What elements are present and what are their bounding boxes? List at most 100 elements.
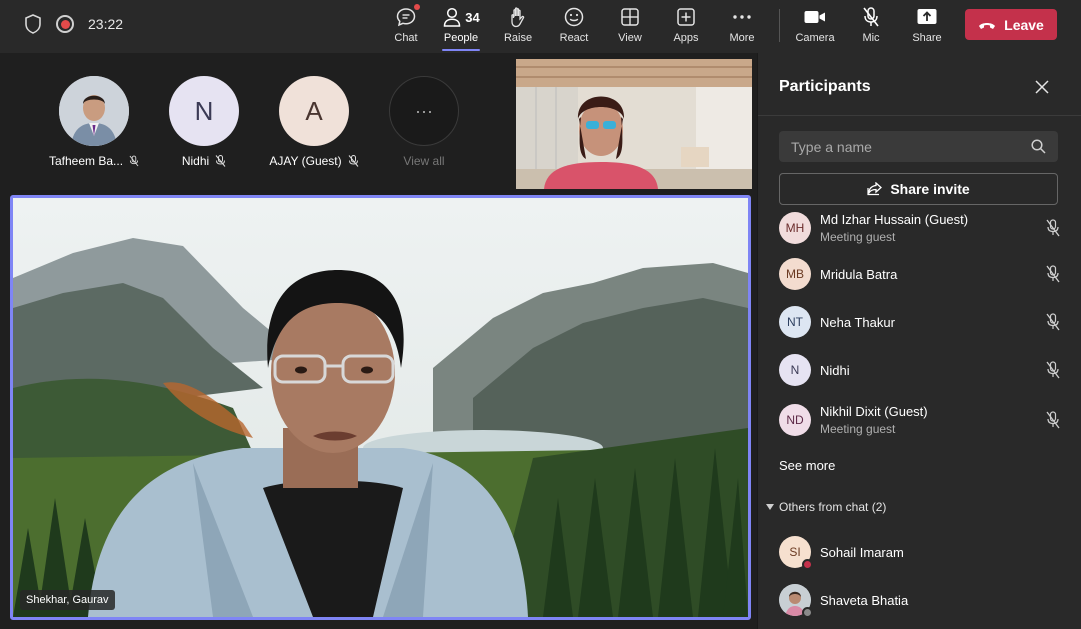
avatar-photo: [59, 76, 129, 146]
more-dots-icon: [732, 5, 752, 29]
thumbnail-name: Nidhi: [181, 154, 210, 168]
participant-thumbnail[interactable]: N Nidhi: [159, 76, 249, 168]
share-icon: [867, 182, 883, 196]
participant-name: Nidhi: [820, 362, 850, 378]
leave-button[interactable]: Leave: [965, 9, 1057, 40]
participant-name: Nikhil Dixit (Guest): [820, 404, 928, 419]
participant-row[interactable]: ND Nikhil Dixit (Guest) Meeting guest: [779, 400, 1069, 440]
speaker-name-tag: Shekhar, Gaurav: [20, 590, 115, 610]
camera-button[interactable]: Camera: [789, 5, 841, 49]
view-all-icon: ···: [389, 76, 459, 146]
participant-name: Neha Thakur: [820, 314, 895, 330]
chat-label: Chat: [394, 32, 418, 44]
participant-search: [779, 131, 1058, 162]
more-button[interactable]: More: [716, 5, 768, 49]
more-label: More: [729, 32, 755, 44]
participants-panel: Participants Share invite MH Md Izhar Hu…: [757, 53, 1081, 629]
search-input[interactable]: [791, 138, 1031, 155]
participant-role: Meeting guest: [820, 230, 896, 244]
avatar-initial: N: [194, 95, 214, 126]
participant-row[interactable]: MH Md Izhar Hussain (Guest) Meeting guest: [779, 208, 1069, 248]
participant-role: Meeting guest: [820, 422, 896, 436]
mic-off-icon: [348, 155, 359, 167]
avatar-initials: SI: [789, 545, 801, 559]
busy-status-icon: [802, 559, 813, 570]
avatar-initials: N: [790, 363, 800, 377]
others-header-label: Others from chat (2): [779, 500, 887, 514]
people-button[interactable]: 34 People: [436, 5, 486, 51]
smiley-icon: [563, 5, 585, 29]
mic-label: Mic: [862, 32, 880, 44]
main-speaker-video[interactable]: Shekhar, Gaurav: [10, 195, 751, 620]
avatar-initials: MB: [786, 267, 804, 281]
recording-icon: [56, 15, 74, 33]
avatar: N: [779, 354, 811, 386]
mic-off-icon[interactable]: [1045, 361, 1061, 379]
avatar-photo: [779, 584, 813, 618]
people-icon-wrap: 34: [442, 5, 480, 29]
apps-button[interactable]: Apps: [660, 5, 712, 49]
mic-button[interactable]: Mic: [845, 5, 897, 49]
mic-off-icon[interactable]: [1045, 411, 1061, 429]
avatar: N: [169, 76, 239, 146]
participant-thumbnail[interactable]: Tafheem Ba...: [49, 76, 139, 168]
people-label: People: [443, 32, 479, 44]
self-video-tile[interactable]: [516, 59, 752, 189]
chat-button[interactable]: Chat: [380, 4, 432, 49]
thumbnail-name: Tafheem Ba...: [49, 154, 124, 168]
shield-icon[interactable]: [24, 14, 42, 34]
avatar-initials: NT: [787, 315, 803, 329]
panel-title: Participants: [779, 78, 871, 95]
camera-icon: [803, 5, 827, 29]
view-all-dots: ···: [415, 100, 433, 121]
chat-icon: [395, 4, 420, 29]
participant-row[interactable]: NT Neha Thakur: [779, 302, 1069, 342]
toolbar-divider: [779, 9, 780, 42]
apps-label: Apps: [673, 32, 699, 44]
mic-off-icon: [861, 5, 881, 29]
participant-name: Shaveta Bhatia: [820, 592, 909, 608]
share-label: Share: [912, 32, 942, 44]
mic-off-icon[interactable]: [1045, 265, 1061, 283]
participant-row[interactable]: SI Sohail Imaram: [779, 532, 1069, 572]
others-from-chat-header[interactable]: Others from chat (2): [766, 500, 886, 514]
close-icon[interactable]: [1034, 79, 1050, 95]
search-icon[interactable]: [1031, 139, 1046, 154]
avatar: NT: [779, 306, 811, 338]
participant-thumbnail[interactable]: A AJAY (Guest): [269, 76, 359, 168]
grid-view-icon: [620, 5, 640, 29]
avatar: ND: [779, 404, 811, 436]
panel-divider: [758, 115, 1081, 116]
thumbnail-name: AJAY (Guest): [269, 154, 342, 168]
avatar: MB: [779, 258, 811, 290]
avatar: A: [279, 76, 349, 146]
avatar: MH: [779, 212, 811, 244]
view-all-button[interactable]: ··· View all: [379, 76, 469, 168]
self-video-feed: [516, 59, 752, 189]
add-app-icon: [676, 5, 696, 29]
share-invite-button[interactable]: Share invite: [779, 173, 1058, 205]
leave-label: Leave: [1004, 16, 1044, 33]
offline-status-icon: [802, 607, 813, 618]
mic-off-icon[interactable]: [1045, 219, 1061, 237]
hand-icon: [508, 5, 528, 29]
camera-label: Camera: [795, 32, 835, 44]
participant-row[interactable]: MB Mridula Batra: [779, 254, 1069, 294]
raise-hand-button[interactable]: Raise: [492, 5, 544, 49]
mic-off-icon[interactable]: [1045, 313, 1061, 331]
avatar-initials: ND: [786, 413, 804, 427]
people-icon: [444, 7, 461, 27]
view-all-label: View all: [403, 154, 445, 168]
participant-row[interactable]: N Nidhi: [779, 350, 1069, 390]
see-more-link[interactable]: See more: [779, 458, 835, 473]
participant-name: Md Izhar Hussain (Guest): [820, 212, 969, 227]
participant-row[interactable]: Shaveta Bhatia: [779, 580, 1069, 620]
meeting-timer: 23:22: [88, 16, 124, 32]
unread-badge: [414, 4, 420, 10]
avatar-initial: A: [305, 95, 323, 126]
share-invite-label: Share invite: [890, 181, 970, 197]
hang-up-icon: [979, 22, 996, 29]
react-button[interactable]: React: [548, 5, 600, 49]
view-button[interactable]: View: [604, 5, 656, 49]
share-button[interactable]: Share: [901, 5, 953, 49]
